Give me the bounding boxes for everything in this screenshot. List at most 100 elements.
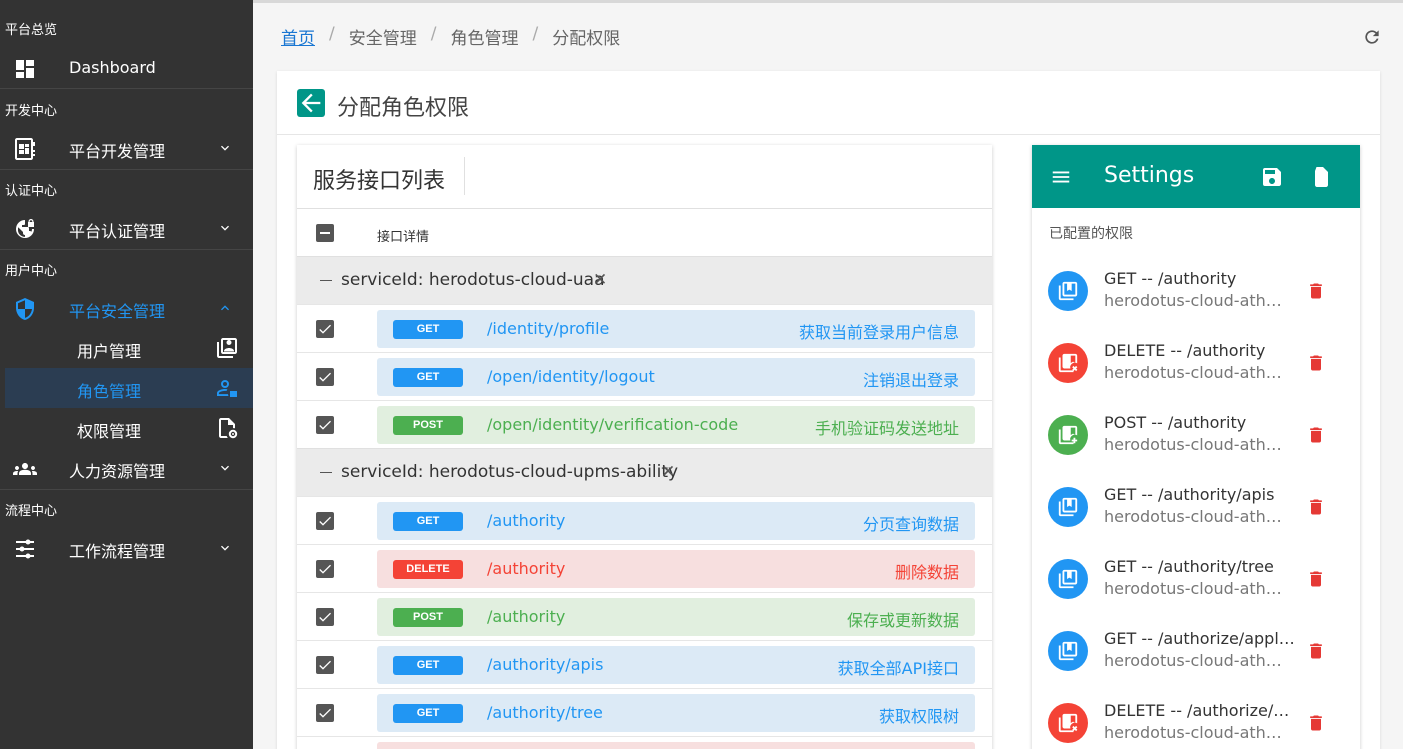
check-icon xyxy=(319,660,331,670)
configured-permissions-label: 已配置的权限 xyxy=(1049,226,1133,242)
api-item xyxy=(377,742,975,749)
table-row[interactable] xyxy=(297,736,992,749)
select-all-checkbox[interactable] xyxy=(316,224,334,242)
delete-icon[interactable] xyxy=(1306,280,1326,302)
sidebar-item-label: 人力资源管理 xyxy=(69,462,166,481)
sidebar-item-hr[interactable]: 人力资源管理 xyxy=(0,448,253,488)
check-icon xyxy=(319,372,331,382)
api-avatar xyxy=(1048,559,1088,599)
save-icon[interactable] xyxy=(1260,165,1284,189)
row-checkbox[interactable] xyxy=(316,656,334,674)
permission-service: herodotus-cloud-ath… xyxy=(1104,435,1282,454)
permission-title: GET -- /authority xyxy=(1104,269,1237,288)
sidebar-item-workflow[interactable]: 工作流程管理 xyxy=(0,528,253,568)
sidebar-item-label: 用户管理 xyxy=(77,342,142,361)
table-row[interactable]: GET /authority/tree 获取权限树 xyxy=(297,688,992,736)
settings-panel: Settings 已配置的权限 GET -- /authority herodo… xyxy=(1032,145,1360,749)
method-badge: POST xyxy=(393,608,463,627)
permission-title: POST -- /authority xyxy=(1104,413,1247,432)
clipboard-icon[interactable] xyxy=(1309,165,1333,189)
sidebar-item-label: 平台安全管理 xyxy=(69,302,166,321)
section-title-workflow: 流程中心 xyxy=(5,504,58,519)
row-checkbox[interactable] xyxy=(316,560,334,578)
delete-icon[interactable] xyxy=(1306,568,1326,590)
table-row[interactable]: DELETE /authority 删除数据 xyxy=(297,544,992,592)
arrow-left-icon xyxy=(301,93,321,113)
back-button[interactable] xyxy=(297,89,325,117)
breadcrumb-security: 安全管理 xyxy=(348,29,417,49)
sidebar-item-dev[interactable]: 平台开发管理 xyxy=(0,128,253,168)
library-add-icon xyxy=(1058,425,1078,445)
table-row[interactable]: POST /authority 保存或更新数据 xyxy=(297,592,992,640)
row-checkbox[interactable] xyxy=(316,368,334,386)
method-badge: GET xyxy=(393,704,463,723)
breadcrumb-home[interactable]: 首页 xyxy=(281,24,315,49)
sidebar-item-user-mgmt[interactable]: 用户管理 xyxy=(5,328,253,368)
service-group-header[interactable]: serviceId: herodotus-cloud-upms-ability … xyxy=(297,448,992,496)
menu-icon[interactable] xyxy=(1050,166,1072,188)
api-description: 分页查询数据 xyxy=(862,515,959,534)
api-avatar xyxy=(1048,415,1088,455)
method-badge: GET xyxy=(393,656,463,675)
divider xyxy=(0,88,253,89)
close-icon[interactable]: ✕ xyxy=(593,270,607,290)
service-group-header[interactable]: serviceId: herodotus-cloud-uaa ✕ xyxy=(297,256,992,304)
delete-icon[interactable] xyxy=(1306,352,1326,374)
table-row[interactable]: GET /open/identity/logout 注销退出登录 xyxy=(297,352,992,400)
delete-icon[interactable] xyxy=(1306,496,1326,518)
settings-toolbar: Settings xyxy=(1032,145,1360,208)
sidebar-item-role-mgmt[interactable]: 角色管理 xyxy=(5,368,253,408)
breadcrumb-separator: / xyxy=(430,24,437,44)
delete-icon[interactable] xyxy=(1306,712,1326,734)
row-checkbox[interactable] xyxy=(316,608,334,626)
list-item: GET -- /authorize/appl… herodotus-cloud-… xyxy=(1032,616,1360,688)
list-item: GET -- /authority/apis herodotus-cloud-a… xyxy=(1032,472,1360,544)
permission-service: herodotus-cloud-ath… xyxy=(1104,651,1282,670)
table-row[interactable]: GET /authority/apis 获取全部API接口 xyxy=(297,640,992,688)
tune-icon xyxy=(16,539,34,559)
method-badge: GET xyxy=(393,512,463,531)
delete-icon[interactable] xyxy=(1306,640,1326,662)
library-books-icon xyxy=(1058,281,1078,301)
top-border xyxy=(253,0,1403,3)
breadcrumb-separator: / xyxy=(532,24,539,44)
api-item: POST /authority 保存或更新数据 xyxy=(377,598,975,636)
sidebar-item-security[interactable]: 平台安全管理 xyxy=(0,288,253,328)
api-item: GET /authority/apis 获取全部API接口 xyxy=(377,646,975,684)
permission-service: herodotus-cloud-ath… xyxy=(1104,507,1282,526)
row-checkbox[interactable] xyxy=(316,320,334,338)
sidebar-item-label: 平台开发管理 xyxy=(69,142,166,161)
table-row[interactable]: GET /authority 分页查询数据 xyxy=(297,496,992,544)
permission-title: GET -- /authority/tree xyxy=(1104,557,1274,576)
api-path: /authority/apis xyxy=(487,655,604,674)
chevron-down-icon xyxy=(221,465,229,471)
file-cog-icon xyxy=(219,418,238,439)
row-checkbox[interactable] xyxy=(316,416,334,434)
api-path: /authority xyxy=(487,511,566,530)
sidebar-item-dashboard[interactable]: Dashboard xyxy=(0,48,253,88)
table-row[interactable]: GET /identity/profile 获取当前登录用户信息 xyxy=(297,304,992,352)
close-icon[interactable]: ✕ xyxy=(661,462,675,482)
method-badge: GET xyxy=(393,368,463,387)
api-path: /open/identity/verification-code xyxy=(487,415,739,434)
refresh-icon[interactable] xyxy=(1362,27,1382,47)
table-row[interactable]: POST /open/identity/verification-code 手机… xyxy=(297,400,992,448)
api-item: GET /identity/profile 获取当前登录用户信息 xyxy=(377,310,975,348)
permission-title: GET -- /authority/apis xyxy=(1104,485,1275,504)
api-description: 保存或更新数据 xyxy=(846,611,959,630)
api-description: 注销退出登录 xyxy=(862,371,959,390)
api-path: /identity/profile xyxy=(487,319,610,338)
api-path: /authority xyxy=(487,607,566,626)
row-checkbox[interactable] xyxy=(316,704,334,722)
list-item: DELETE -- /authorize/… herodotus-cloud-a… xyxy=(1032,688,1360,749)
sidebar-item-auth[interactable]: 平台认证管理 xyxy=(0,208,253,248)
people-icon xyxy=(13,463,37,475)
row-checkbox[interactable] xyxy=(316,512,334,530)
sidebar-item-label: 工作流程管理 xyxy=(69,542,166,561)
divider xyxy=(0,249,253,250)
permission-title: DELETE -- /authority xyxy=(1104,341,1266,360)
sidebar-item-perm-mgmt[interactable]: 权限管理 xyxy=(5,408,253,448)
breadcrumb-current: 分配权限 xyxy=(552,29,621,49)
chevron-up-icon xyxy=(221,305,229,311)
delete-icon[interactable] xyxy=(1306,424,1326,446)
